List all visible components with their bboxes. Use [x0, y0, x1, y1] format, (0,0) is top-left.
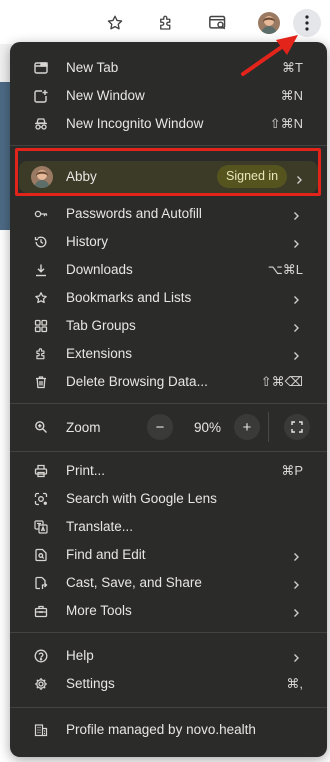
profile-highlight-annotation: [15, 148, 321, 196]
menu-item-more-tools[interactable]: More Tools: [10, 597, 327, 625]
search-tabs-icon[interactable]: [204, 9, 232, 37]
star-icon: [34, 291, 48, 305]
menu-item-passwords-autofill[interactable]: Passwords and Autofill: [10, 200, 327, 228]
toolbox-icon: [34, 604, 48, 618]
menu-item-history[interactable]: History: [10, 228, 327, 256]
menu-item-print[interactable]: Print... ⌘P: [10, 457, 327, 485]
menu-divider: [10, 632, 327, 633]
menu-item-settings[interactable]: Settings ⌘,: [10, 670, 327, 698]
menu-item-tab-groups[interactable]: Tab Groups: [10, 312, 327, 340]
chrome-main-menu: New Tab ⌘T New Window ⌘N New Incognito W…: [10, 42, 327, 757]
extensions-icon[interactable]: [152, 9, 180, 37]
chevron-right-icon: [291, 209, 301, 220]
menu-item-new-tab[interactable]: New Tab ⌘T: [10, 54, 327, 82]
chevron-right-icon: [291, 550, 301, 561]
new-tab-icon: [34, 61, 48, 75]
menu-item-new-window[interactable]: New Window ⌘N: [10, 82, 327, 110]
history-icon: [34, 235, 48, 249]
menu-item-find-edit[interactable]: Find and Edit: [10, 541, 327, 569]
chevron-right-icon: [291, 578, 301, 589]
lens-icon: [34, 492, 48, 506]
chevron-right-icon: [291, 651, 301, 662]
zoom-label: Zoom: [66, 420, 101, 435]
more-menu-button[interactable]: [293, 9, 321, 37]
menu-divider: [10, 145, 327, 146]
fullscreen-button[interactable]: [284, 414, 310, 440]
menu-divider: [10, 403, 327, 404]
menu-item-new-incognito-window[interactable]: New Incognito Window ⇧⌘N: [10, 110, 327, 138]
download-icon: [34, 263, 48, 277]
zoom-out-button[interactable]: −: [147, 414, 173, 440]
new-window-icon: [34, 89, 48, 103]
help-icon: [34, 649, 48, 663]
chevron-right-icon: [291, 237, 301, 248]
trash-icon: [34, 375, 48, 389]
browser-toolbar: [0, 0, 330, 44]
profile-avatar-button[interactable]: [258, 12, 280, 34]
translate-icon: [34, 520, 48, 534]
chevron-right-icon: [291, 349, 301, 360]
building-icon: [34, 723, 48, 737]
incognito-icon: [34, 117, 48, 131]
find-page-icon: [34, 548, 48, 562]
zoom-in-button[interactable]: +: [234, 414, 260, 440]
printer-icon: [34, 464, 48, 478]
chevron-right-icon: [291, 606, 301, 617]
tab-groups-icon: [34, 319, 48, 333]
menu-item-profile-managed[interactable]: Profile managed by novo.health: [10, 716, 327, 744]
menu-item-help[interactable]: Help: [10, 642, 327, 670]
menu-divider: [10, 451, 327, 452]
share-page-icon: [34, 576, 48, 590]
chevron-right-icon: [291, 293, 301, 304]
bookmark-star-icon[interactable]: [101, 9, 129, 37]
zoom-icon: [34, 420, 48, 434]
gear-icon: [34, 677, 48, 691]
zoom-separator: [268, 412, 269, 442]
menu-item-extensions[interactable]: Extensions: [10, 340, 327, 368]
menu-item-delete-browsing-data[interactable]: Delete Browsing Data... ⇧⌘⌫: [10, 368, 327, 396]
zoom-row: Zoom − 90% +: [10, 412, 327, 442]
menu-item-bookmarks-lists[interactable]: Bookmarks and Lists: [10, 284, 327, 312]
menu-item-translate[interactable]: Translate...: [10, 513, 327, 541]
zoom-value: 90%: [194, 420, 222, 435]
menu-divider: [10, 707, 327, 708]
menu-item-cast-save-share[interactable]: Cast, Save, and Share: [10, 569, 327, 597]
menu-item-google-lens[interactable]: Search with Google Lens: [10, 485, 327, 513]
puzzle-icon: [34, 347, 48, 361]
key-icon: [34, 207, 48, 221]
menu-item-downloads[interactable]: Downloads ⌥⌘L: [10, 256, 327, 284]
chevron-right-icon: [291, 321, 301, 332]
